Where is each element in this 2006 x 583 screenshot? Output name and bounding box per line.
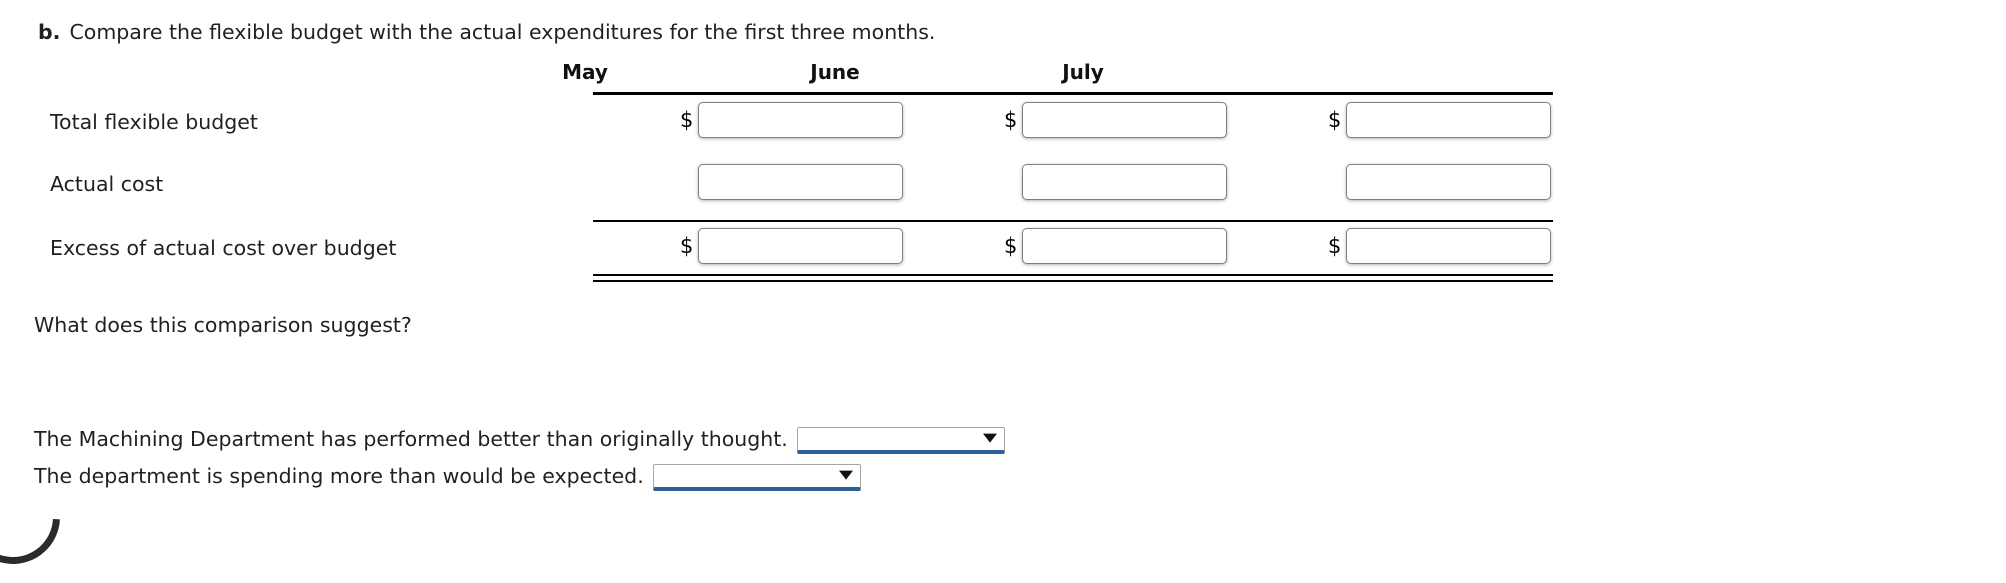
followup-question: What does this comparison suggest? [34,313,412,337]
cell-excess-may: $ [680,228,903,264]
statement-select-wrap-2: TrueFalse [652,462,861,491]
column-header-july: July [1062,60,1104,84]
row-label-total-flexible-budget: Total flexible budget [50,110,258,134]
input-excess-june[interactable] [1022,228,1227,264]
column-header-june: June [810,60,860,84]
input-actual-cost-may[interactable] [698,164,903,200]
input-excess-may[interactable] [698,228,903,264]
statement-answer-select-2[interactable]: TrueFalse [652,463,861,491]
question-part-letter: b. [38,20,61,44]
cell-actual-cost-may: $ [680,164,903,200]
column-header-may: May [562,60,608,84]
statement-row-1: The Machining Department has performed b… [34,425,1005,454]
statement-select-wrap-1: TrueFalse [796,425,1005,454]
currency-symbol: $ [1328,234,1342,258]
input-excess-july[interactable] [1346,228,1551,264]
table-row: Excess of actual cost over budget $ $ $ [0,226,2006,276]
currency-symbol-placeholder: $ [680,170,698,194]
currency-symbol-placeholder: $ [1004,170,1022,194]
statement-text-2: The department is spending more than wou… [34,464,644,489]
currency-symbol: $ [1004,234,1018,258]
input-total-flexible-budget-may[interactable] [698,102,903,138]
cell-total-flexible-budget-june: $ [1004,102,1227,138]
currency-symbol: $ [1328,108,1342,132]
input-actual-cost-july[interactable] [1346,164,1551,200]
currency-symbol: $ [680,108,694,132]
cell-total-flexible-budget-july: $ [1328,102,1551,138]
row-label-excess-of-actual-cost-over-budget: Excess of actual cost over budget [50,236,397,260]
statement-text-1: The Machining Department has performed b… [34,427,788,452]
input-total-flexible-budget-july[interactable] [1346,102,1551,138]
budget-comparison-table: May June July Total flexible budget $ $ … [0,60,2006,283]
row-label-actual-cost: Actual cost [50,172,164,196]
statement-row-2: The department is spending more than wou… [34,462,861,491]
table-rule-top [593,92,1553,95]
cell-excess-july: $ [1328,228,1551,264]
question-prompt: b. Compare the flexible budget with the a… [38,18,935,46]
table-column-headers: May June July [0,60,2006,92]
table-rule-bottom-inner [593,280,1553,283]
cell-actual-cost-june: $ [1004,164,1227,200]
statement-answer-select-1[interactable]: TrueFalse [796,426,1005,454]
cell-excess-june: $ [1004,228,1227,264]
table-rule-middle [593,220,1553,223]
currency-symbol: $ [1004,108,1018,132]
cell-total-flexible-budget-may: $ [680,102,903,138]
input-actual-cost-june[interactable] [1022,164,1227,200]
currency-symbol: $ [680,234,694,258]
input-total-flexible-budget-june[interactable] [1022,102,1227,138]
question-prompt-text: Compare the flexible budget with the act… [69,20,936,44]
table-row: Total flexible budget $ $ $ [0,100,2006,150]
currency-symbol-placeholder: $ [1328,170,1346,194]
cell-actual-cost-july: $ [1328,164,1551,200]
table-row: Actual cost $ $ $ [0,162,2006,212]
